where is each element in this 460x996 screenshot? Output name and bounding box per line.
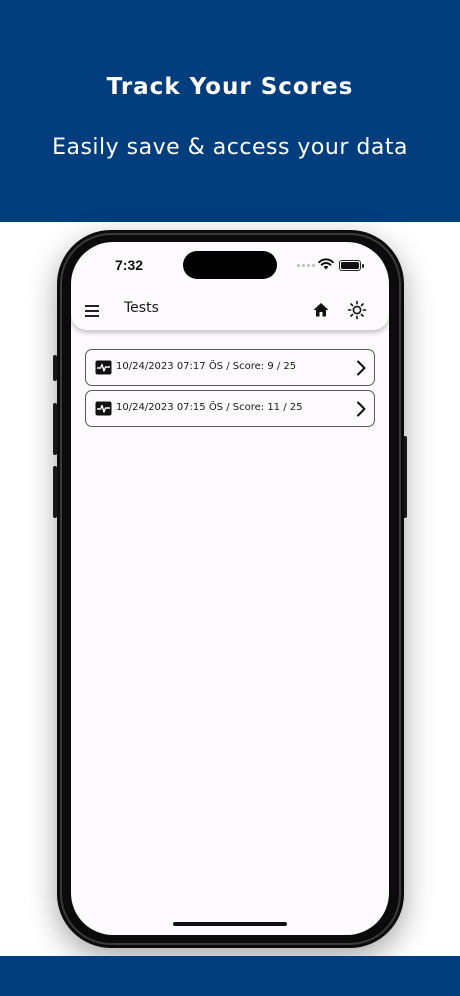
test-list-item[interactable]: 10/24/2023 07:15 ÖS / Score: 11 / 25 (85, 390, 375, 427)
chevron-right-icon (357, 401, 366, 417)
pulse-icon (95, 360, 112, 375)
test-list-item-label: 10/24/2023 07:15 ÖS / Score: 11 / 25 (116, 402, 303, 413)
pulse-icon (95, 401, 112, 416)
phone-screen: 7:32 Tests 10/24/2023 07:17 ÖS / Score: … (71, 242, 389, 935)
status-icons (297, 257, 367, 271)
test-list-item[interactable]: 10/24/2023 07:17 ÖS / Score: 9 / 25 (85, 349, 375, 386)
banner-subtitle: Easily save & access your data (52, 135, 408, 160)
dynamic-island (183, 251, 277, 279)
battery-icon (339, 260, 364, 271)
brightness-icon[interactable] (346, 299, 368, 321)
page-title: Tests (124, 300, 159, 316)
menu-icon[interactable] (84, 302, 100, 318)
status-bar: 7:32 (71, 242, 389, 292)
status-time: 7:32 (115, 257, 144, 273)
promo-banner: Track Your Scores Easily save & access y… (0, 0, 460, 222)
home-indicator[interactable] (173, 922, 287, 926)
banner-title: Track Your Scores (106, 74, 354, 100)
tests-list: 10/24/2023 07:17 ÖS / Score: 9 / 25 10/2… (85, 349, 375, 431)
wifi-icon (318, 258, 334, 270)
test-list-item-label: 10/24/2023 07:17 ÖS / Score: 9 / 25 (116, 361, 297, 372)
bottom-banner (0, 956, 460, 996)
home-icon[interactable] (311, 300, 331, 320)
chevron-right-icon (357, 360, 366, 376)
cellular-dots-icon (297, 264, 315, 267)
app-bar: Tests (71, 292, 389, 330)
